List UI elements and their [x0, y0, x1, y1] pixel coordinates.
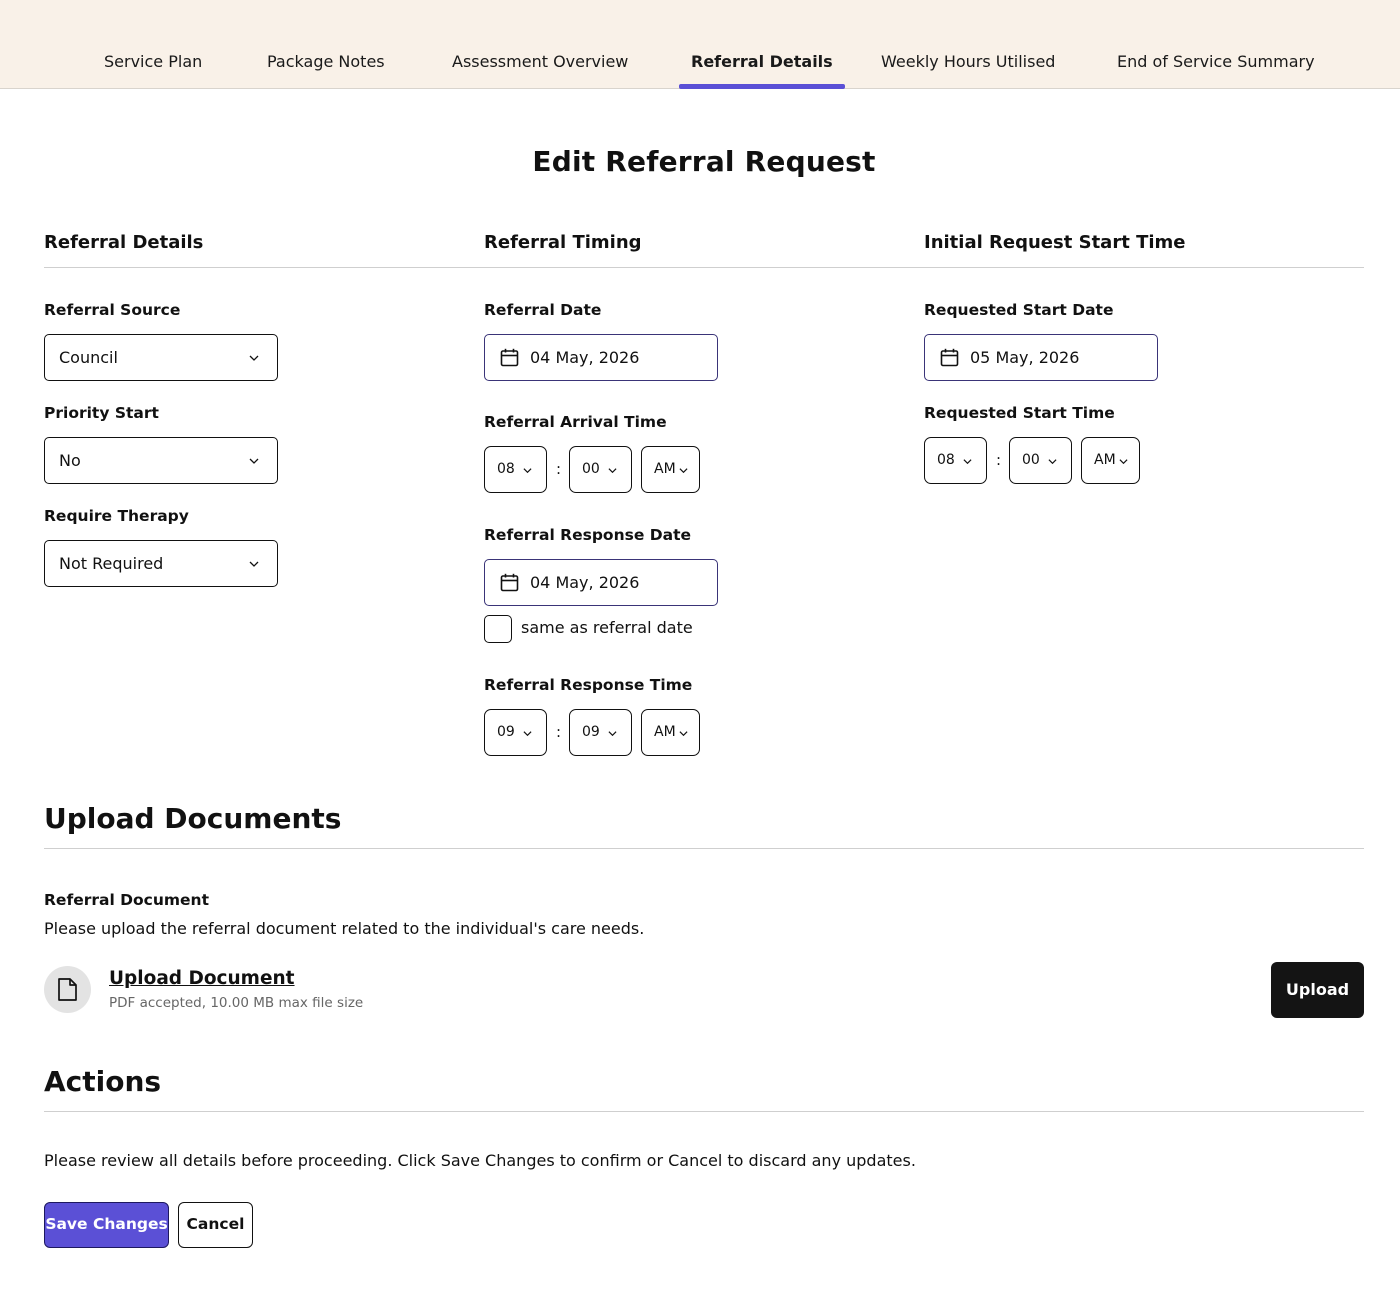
response-minute-select[interactable]: 09: [569, 709, 632, 756]
time-separator: :: [556, 723, 562, 741]
referral-source-label: Referral Source: [44, 301, 181, 319]
calendar-icon: [500, 573, 519, 592]
tab-assessment-overview[interactable]: Assessment Overview: [452, 52, 628, 89]
actions-description: Please review all details before proceed…: [44, 1151, 916, 1170]
arrival-period-value: AM: [654, 461, 676, 477]
tab-end-of-service-summary[interactable]: End of Service Summary: [1117, 52, 1315, 89]
chevron-down-icon: [608, 468, 617, 474]
section-divider: [44, 848, 1364, 849]
time-separator: :: [996, 451, 1002, 469]
chevron-down-icon: [249, 458, 259, 464]
chevron-down-icon: [679, 731, 688, 737]
referral-response-date-input[interactable]: 04 May, 2026: [484, 559, 718, 606]
referral-arrival-time-label: Referral Arrival Time: [484, 413, 667, 431]
tab-weekly-hours-utilised[interactable]: Weekly Hours Utilised: [881, 52, 1055, 89]
chevron-down-icon: [1048, 459, 1057, 465]
chevron-down-icon: [523, 468, 532, 474]
tab-service-plan[interactable]: Service Plan: [104, 52, 202, 89]
tab-label: Service Plan: [104, 52, 203, 71]
upload-documents-heading: Upload Documents: [44, 802, 342, 835]
priority-start-value: No: [59, 451, 81, 470]
chevron-down-icon: [523, 731, 532, 737]
referral-source-value: Council: [59, 348, 118, 367]
require-therapy-select[interactable]: Not Required: [44, 540, 278, 587]
upload-button[interactable]: Upload: [1271, 962, 1364, 1018]
priority-start-select[interactable]: No: [44, 437, 278, 484]
tab-label: Package Notes: [267, 52, 385, 71]
arrival-hour-select[interactable]: 08: [484, 446, 547, 493]
tab-package-notes[interactable]: Package Notes: [267, 52, 385, 89]
start-minute-value: 00: [1022, 452, 1040, 468]
same-as-referral-checkbox[interactable]: [484, 615, 512, 643]
save-changes-button[interactable]: Save Changes: [44, 1202, 169, 1248]
require-therapy-value: Not Required: [59, 554, 164, 573]
response-hour-select[interactable]: 09: [484, 709, 547, 756]
same-as-referral-label: same as referral date: [521, 618, 693, 637]
requested-start-date-value: 05 May, 2026: [970, 348, 1080, 367]
tab-label: Referral Details: [691, 52, 833, 71]
tab-label: Assessment Overview: [452, 52, 629, 71]
referral-details-heading: Referral Details: [44, 232, 204, 253]
chevron-down-icon: [963, 459, 972, 465]
time-separator: :: [556, 460, 562, 478]
referral-date-value: 04 May, 2026: [530, 348, 640, 367]
requested-start-time-label: Requested Start Time: [924, 404, 1115, 422]
section-divider: [44, 1111, 1364, 1112]
response-hour-value: 09: [497, 724, 515, 740]
requested-start-date-input[interactable]: 05 May, 2026: [924, 334, 1158, 381]
referral-document-label: Referral Document: [44, 891, 210, 909]
section-divider: [44, 267, 1364, 268]
start-period-select[interactable]: AM: [1081, 437, 1140, 484]
upload-hint: PDF accepted, 10.00 MB max file size: [109, 995, 364, 1011]
chevron-down-icon: [1119, 459, 1128, 465]
tab-referral-details[interactable]: Referral Details: [679, 52, 845, 89]
active-tab-indicator: [679, 84, 845, 89]
document-icon-badge: [44, 966, 91, 1013]
start-minute-select[interactable]: 00: [1009, 437, 1072, 484]
referral-date-label: Referral Date: [484, 301, 602, 319]
response-minute-value: 09: [582, 724, 600, 740]
calendar-icon: [500, 348, 519, 367]
arrival-minute-value: 00: [582, 461, 600, 477]
chevron-down-icon: [249, 355, 259, 361]
arrival-minute-select[interactable]: 00: [569, 446, 632, 493]
start-hour-value: 08: [937, 452, 955, 468]
upload-document-link[interactable]: Upload Document: [109, 968, 295, 989]
referral-response-time-label: Referral Response Time: [484, 676, 693, 694]
response-period-value: AM: [654, 724, 676, 740]
chevron-down-icon: [249, 561, 259, 567]
actions-heading: Actions: [44, 1065, 162, 1098]
response-period-select[interactable]: AM: [641, 709, 700, 756]
tab-label: End of Service Summary: [1117, 52, 1315, 71]
start-hour-select[interactable]: 08: [924, 437, 987, 484]
tab-label: Weekly Hours Utilised: [881, 52, 1056, 71]
start-period-value: AM: [1094, 452, 1116, 468]
require-therapy-label: Require Therapy: [44, 507, 189, 525]
requested-start-date-label: Requested Start Date: [924, 301, 1114, 319]
referral-timing-heading: Referral Timing: [484, 232, 642, 253]
arrival-hour-value: 08: [497, 461, 515, 477]
referral-source-select[interactable]: Council: [44, 334, 278, 381]
chevron-down-icon: [608, 731, 617, 737]
tab-bar: Service Plan Package Notes Assessment Ov…: [0, 0, 1400, 89]
referral-response-date-value: 04 May, 2026: [530, 573, 640, 592]
referral-document-description: Please upload the referral document rela…: [44, 919, 645, 938]
cancel-button[interactable]: Cancel: [178, 1202, 253, 1248]
arrival-period-select[interactable]: AM: [641, 446, 700, 493]
page-title: Edit Referral Request: [532, 145, 876, 178]
document-icon: [58, 978, 77, 1001]
referral-date-input[interactable]: 04 May, 2026: [484, 334, 718, 381]
priority-start-label: Priority Start: [44, 404, 159, 422]
referral-response-date-label: Referral Response Date: [484, 526, 691, 544]
chevron-down-icon: [679, 468, 688, 474]
initial-request-heading: Initial Request Start Time: [924, 232, 1186, 253]
calendar-icon: [940, 348, 959, 367]
